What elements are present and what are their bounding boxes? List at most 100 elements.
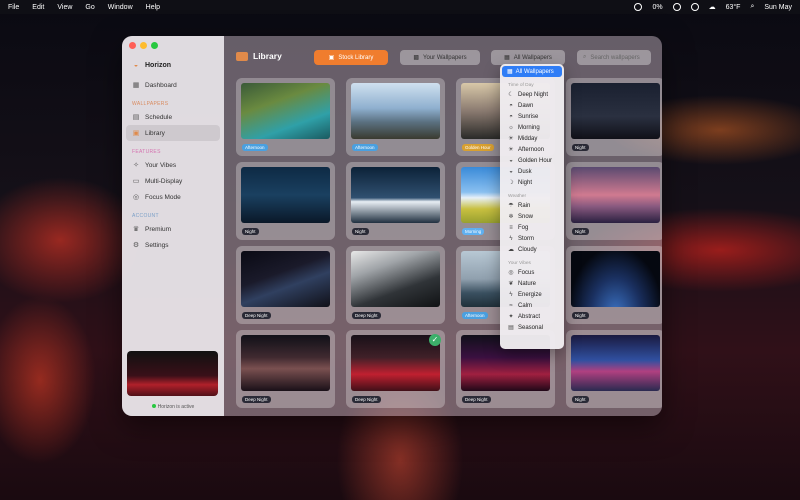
weather-icon[interactable]: ☁	[709, 3, 716, 11]
menu-window[interactable]: Window	[108, 4, 133, 11]
wallpaper-card[interactable]: Night	[566, 78, 662, 156]
menu-view[interactable]: View	[57, 4, 72, 11]
wallpaper-card[interactable]: Night	[566, 162, 662, 240]
sidebar-item-dashboard[interactable]: ▦ Dashboard	[126, 77, 220, 93]
dropdown-item-cloudy[interactable]: ☁ Cloudy	[502, 244, 562, 255]
time-badge: Deep Night	[352, 396, 381, 403]
sidebar-item-your-vibes[interactable]: ✧ Your Vibes	[126, 157, 220, 173]
sidebar-item-library[interactable]: ▣ Library	[126, 125, 220, 141]
wallpaper-card[interactable]: Afternoon	[346, 78, 445, 156]
sidebar-item-premium[interactable]: ♛ Premium	[126, 221, 220, 237]
current-wallpaper-preview[interactable]	[127, 351, 218, 396]
time-badge: Night	[572, 396, 589, 403]
time-badge: Deep Night	[352, 312, 381, 319]
wallpaper-card[interactable]: Deep Night ✓	[346, 330, 445, 408]
control-center-icon[interactable]	[690, 3, 699, 11]
dropdown-item-morning[interactable]: ☼ Morning	[502, 122, 562, 133]
wallpaper-card[interactable]: Night	[566, 330, 662, 408]
calendar-icon: ▤	[132, 114, 140, 121]
moon-icon: ☽	[508, 180, 514, 186]
wallpaper-card[interactable]: Night	[566, 246, 662, 324]
search-icon[interactable]: ⌕	[750, 3, 754, 11]
dropdown-item-fog[interactable]: ≡ Fog	[502, 222, 562, 233]
sun-haze-icon: ☼	[508, 124, 514, 131]
dropdown-item-storm[interactable]: ϟ Storm	[502, 233, 562, 244]
dropdown-item-abstract[interactable]: ✦ Abstract	[502, 311, 562, 322]
time-badge: Deep Night	[462, 396, 491, 403]
wallpaper-grid: Afternoon Afternoon Golden Hour Night Night N…	[236, 78, 662, 408]
sunset-icon: ◒	[509, 157, 513, 164]
dropdown-section-weather: Weather	[508, 194, 527, 199]
wallpaper-card[interactable]: Night	[346, 162, 445, 240]
dropdown-item-sunrise[interactable]: ◓ Sunrise	[502, 111, 562, 122]
dropdown-item-nature[interactable]: ❦ Nature	[502, 278, 562, 289]
dropdown-item-deep-night[interactable]: ☾ Deep Night	[502, 89, 562, 100]
sidebar-item-multi-display[interactable]: ▭ Multi-Display	[126, 173, 220, 189]
selected-check-icon: ✓	[429, 334, 441, 346]
grid-icon: ▦	[504, 55, 510, 61]
dropdown-item-all-wallpapers[interactable]: ▦ All Wallpapers	[502, 66, 562, 77]
dropdown-item-rain[interactable]: ☂ Rain	[502, 200, 562, 211]
app-window: ◒ Horizon ▦ Dashboard WALLPAPERS ▤ Sched…	[122, 36, 662, 416]
sidebar-section-account: ACCOUNT	[132, 213, 159, 219]
toolbar: Library ▣ Stock Library ▩ Your Wallpaper…	[224, 36, 662, 76]
menu-edit[interactable]: Edit	[32, 4, 44, 11]
dropdown-item-golden-hour[interactable]: ◒ Golden Hour	[502, 155, 562, 166]
wallpaper-card[interactable]: Deep Night	[346, 246, 445, 324]
filter-dropdown-button[interactable]: ▦ All Wallpapers	[491, 50, 565, 65]
grid-icon: ▦	[507, 69, 513, 75]
sunrise-icon: ◓	[509, 102, 513, 109]
time-badge: Night	[352, 228, 369, 235]
stock-library-button[interactable]: ▣ Stock Library	[314, 50, 388, 65]
wallpaper-card[interactable]: Deep Night	[236, 330, 335, 408]
zoom-button[interactable]	[151, 42, 158, 49]
photo-stack-icon	[236, 51, 248, 61]
bolt-icon: ϟ	[509, 291, 513, 298]
snow-icon: ❄	[508, 214, 514, 220]
dropdown-item-label: Dawn	[518, 102, 534, 109]
time-badge: Night	[572, 312, 589, 319]
dropdown-item-midday[interactable]: ☀ Midday	[502, 133, 562, 144]
dropdown-item-night[interactable]: ☽ Night	[502, 177, 562, 188]
dropdown-item-dawn[interactable]: ◓ Dawn	[502, 100, 562, 111]
battery-icon[interactable]	[634, 3, 643, 11]
dropdown-item-calm[interactable]: ≈ Calm	[502, 300, 562, 311]
clock[interactable]: Sun May	[764, 4, 792, 11]
dropdown-item-energize[interactable]: ϟ Energize	[502, 289, 562, 300]
dropdown-item-afternoon[interactable]: ☀ Afternoon	[502, 144, 562, 155]
dropdown-item-snow[interactable]: ❄ Snow	[502, 211, 562, 222]
moon-stars-icon: ☾	[508, 92, 514, 98]
stock-library-label: Stock Library	[338, 54, 374, 61]
weather-temp[interactable]: 63°F	[726, 4, 741, 11]
menu-go[interactable]: Go	[85, 4, 94, 11]
menu-file[interactable]: File	[8, 4, 19, 11]
time-badge: Afternoon	[242, 144, 268, 151]
focus-icon: ◎	[132, 194, 140, 201]
search-icon: ⌕	[583, 54, 587, 60]
sidebar-item-focus-mode[interactable]: ◎ Focus Mode	[126, 189, 220, 205]
grid-icon: ▦	[132, 82, 140, 89]
menu-help[interactable]: Help	[146, 4, 160, 11]
storm-icon: ϟ	[509, 235, 513, 242]
sidebar-app-header[interactable]: ◒ Horizon	[126, 57, 220, 73]
search-field[interactable]: ⌕ Search wallpapers	[577, 50, 651, 65]
wallpaper-thumbnail	[351, 83, 440, 139]
dropdown-item-seasonal[interactable]: ▤ Seasonal	[502, 322, 562, 333]
dropdown-section-vibes: Your Vibes	[508, 261, 531, 266]
dropdown-item-dusk[interactable]: ◒ Dusk	[502, 166, 562, 177]
dropdown-item-label: Focus	[518, 269, 535, 276]
minimize-button[interactable]	[140, 42, 147, 49]
wallpaper-thumbnail	[241, 83, 330, 139]
time-badge: Morning	[462, 228, 485, 235]
sidebar-item-settings[interactable]: ⚙ Settings	[126, 237, 220, 253]
wallpaper-card[interactable]: Night	[236, 162, 335, 240]
close-button[interactable]	[129, 42, 136, 49]
wallpaper-card[interactable]: Deep Night	[236, 246, 335, 324]
dropdown-item-focus[interactable]: ◎ Focus	[502, 267, 562, 278]
filter-dropdown-menu: ▦ All Wallpapers Time of Day ☾ Deep Night…	[500, 64, 564, 349]
gear-icon: ⚙	[132, 242, 140, 249]
wifi-icon[interactable]	[672, 3, 681, 11]
wallpaper-card[interactable]: Afternoon	[236, 78, 335, 156]
your-wallpapers-button[interactable]: ▩ Your Wallpapers	[400, 50, 480, 65]
sidebar-item-schedule[interactable]: ▤ Schedule	[126, 109, 220, 125]
